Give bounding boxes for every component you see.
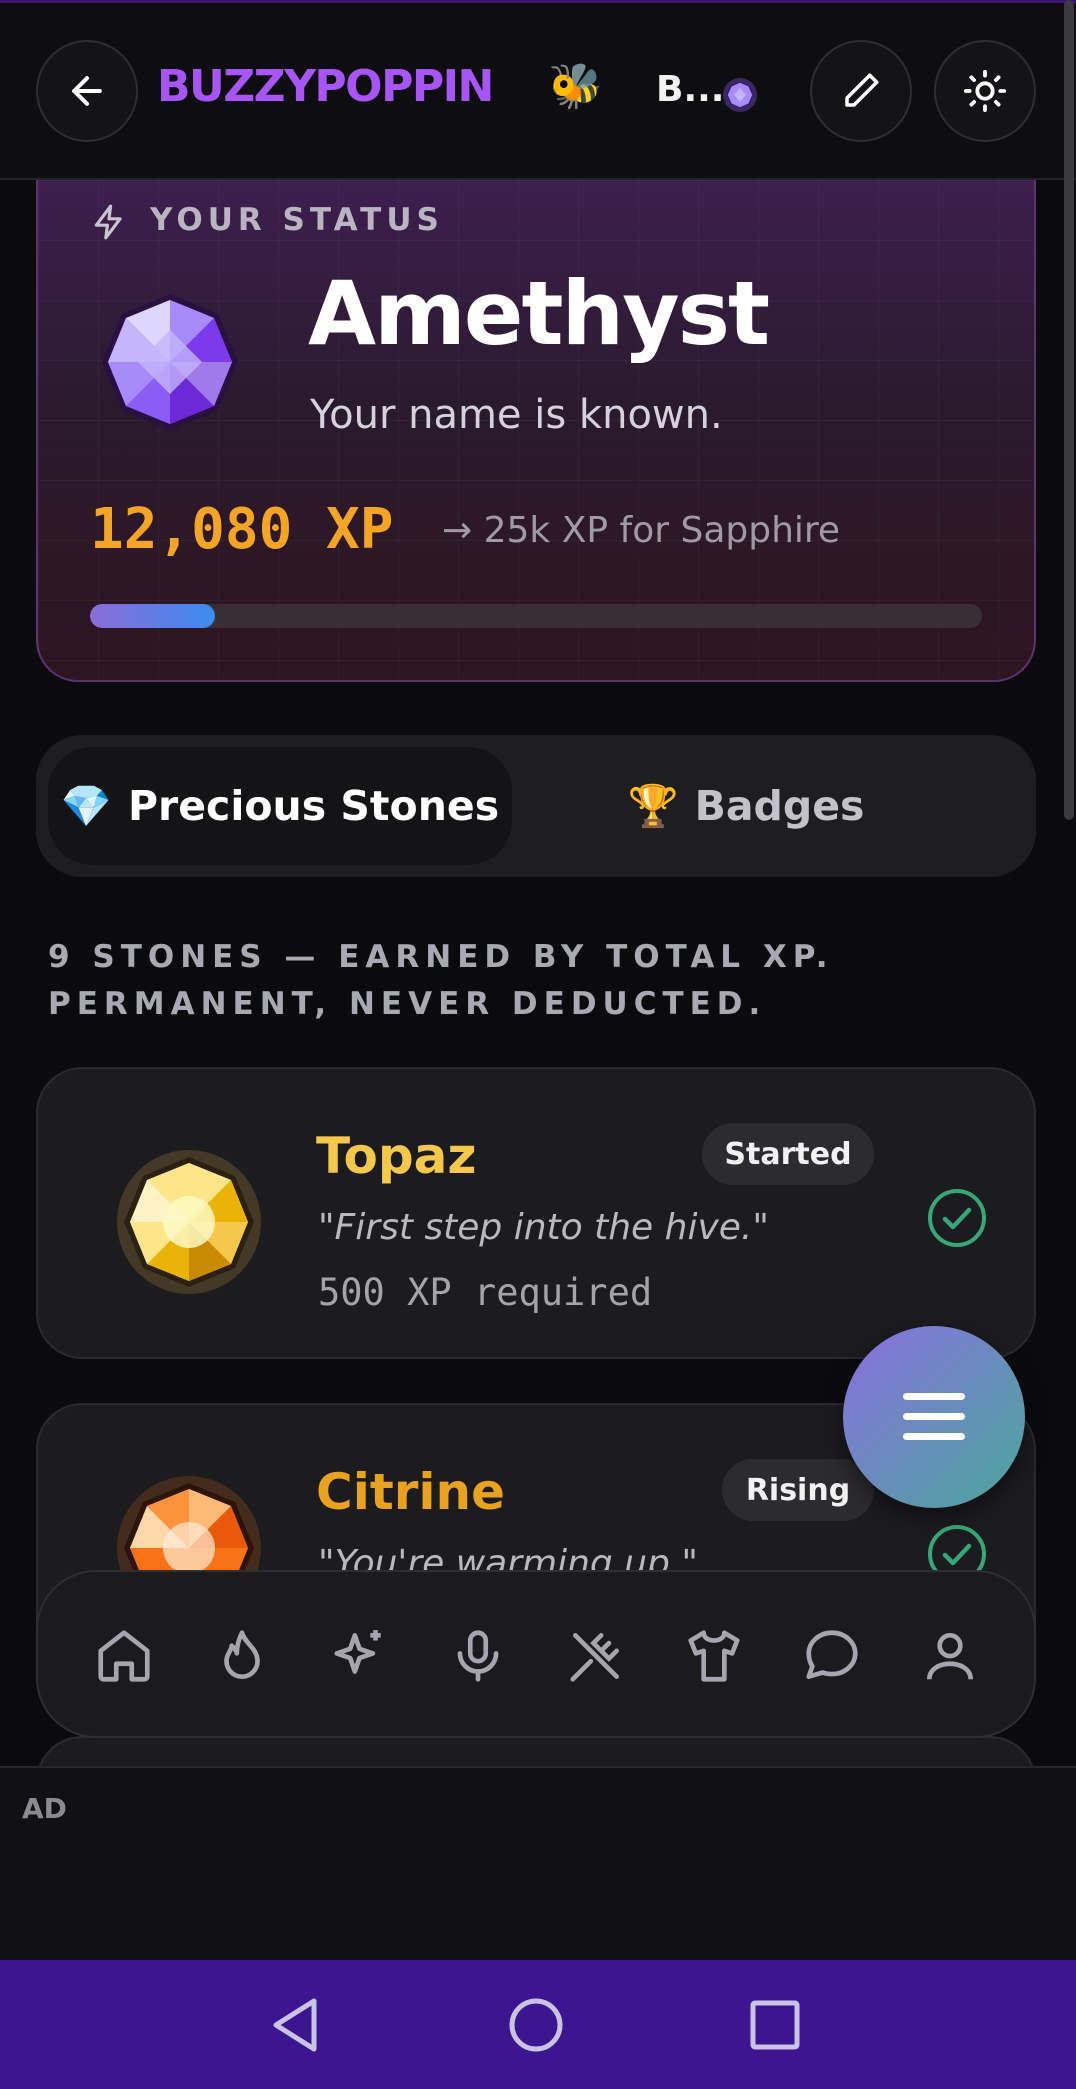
nav-ai[interactable] [310,1606,410,1706]
chat-bubble-icon [806,1630,858,1679]
system-back-button[interactable] [260,1990,330,2060]
amethyst-gem-icon [102,294,238,430]
check-circle-icon [928,1189,986,1247]
triangle-back-icon [273,1998,317,2052]
ad-label: AD [22,1792,67,1825]
tab-label: Badges [694,782,865,830]
category-tabs: 💎 Precious Stones 🏆 Badges [36,735,1036,877]
menu-fab-button[interactable] [843,1326,1025,1508]
xp-progress-bar [90,604,982,628]
shirt-icon [688,1630,740,1682]
stone-status-badge: Started [702,1123,874,1185]
circle-home-icon [509,1998,563,2052]
xp-total: 12,080 XP [90,497,394,562]
sun-icon [963,69,1007,113]
tab-label: Precious Stones [127,782,500,830]
tab-badges[interactable]: 🏆 Badges [606,747,886,865]
stone-quote: "First step into the hive." [318,1207,769,1248]
flame-icon [224,1630,260,1679]
ad-banner[interactable]: AD [0,1766,1076,1960]
nav-outfits[interactable] [664,1606,764,1706]
rank-name: Amethyst [308,262,770,365]
utensils-crossed-icon [570,1633,619,1682]
rank-tagline: Your name is known. [310,392,723,438]
system-home-button[interactable] [501,1990,571,2060]
square-recents-icon [750,2000,800,2050]
stone-status-badge: Rising [722,1459,874,1521]
home-icon [98,1630,150,1682]
brand-logo[interactable]: BUZZYPOPPIN [157,61,494,112]
microphone-icon [457,1630,499,1682]
stone-card-topaz[interactable]: Topaz Started "First step into the hive.… [36,1067,1036,1359]
topaz-gem-icon [117,1150,261,1294]
bee-icon: 🐝 [548,61,603,112]
xp-progress-fill [90,604,215,628]
nav-trending[interactable] [192,1606,292,1706]
amethyst-mini-icon [723,78,757,112]
back-button[interactable] [36,40,138,142]
back-arrow-icon [72,76,102,106]
nav-voice[interactable] [428,1606,528,1706]
status-label: YOUR STATUS [150,202,444,238]
system-navigation-bar [0,1960,1076,2089]
next-rank-goal: → 25k XP for Sapphire [442,510,841,551]
app-header: BUZZYPOPPIN 🐝 B... [0,3,1076,180]
scrollbar[interactable] [1064,0,1074,820]
trophy-icon: 🏆 [627,781,679,830]
pencil-icon [845,73,879,107]
stone-name: Citrine [316,1463,506,1521]
edit-button[interactable] [810,40,912,142]
nav-profile[interactable] [900,1606,1000,1706]
system-recents-button[interactable] [740,1990,810,2060]
nav-home[interactable] [74,1606,174,1706]
user-name[interactable]: B... [656,69,724,110]
section-note: 9 STONES — EARNED BY TOTAL XP. PERMANENT… [48,939,834,1022]
sparkles-icon [334,1630,381,1674]
stone-name: Topaz [316,1127,477,1185]
nav-food[interactable] [546,1606,646,1706]
bottom-nav [36,1570,1036,1738]
lightning-icon [94,204,122,240]
stone-requirement: 500 XP required [318,1271,653,1314]
user-icon [927,1633,973,1680]
theme-toggle-button[interactable] [934,40,1036,142]
nav-chat[interactable] [782,1606,882,1706]
gem-icon: 💎 [60,781,112,830]
hamburger-menu-icon [903,1393,965,1440]
tab-precious-stones[interactable]: 💎 Precious Stones [48,747,512,865]
